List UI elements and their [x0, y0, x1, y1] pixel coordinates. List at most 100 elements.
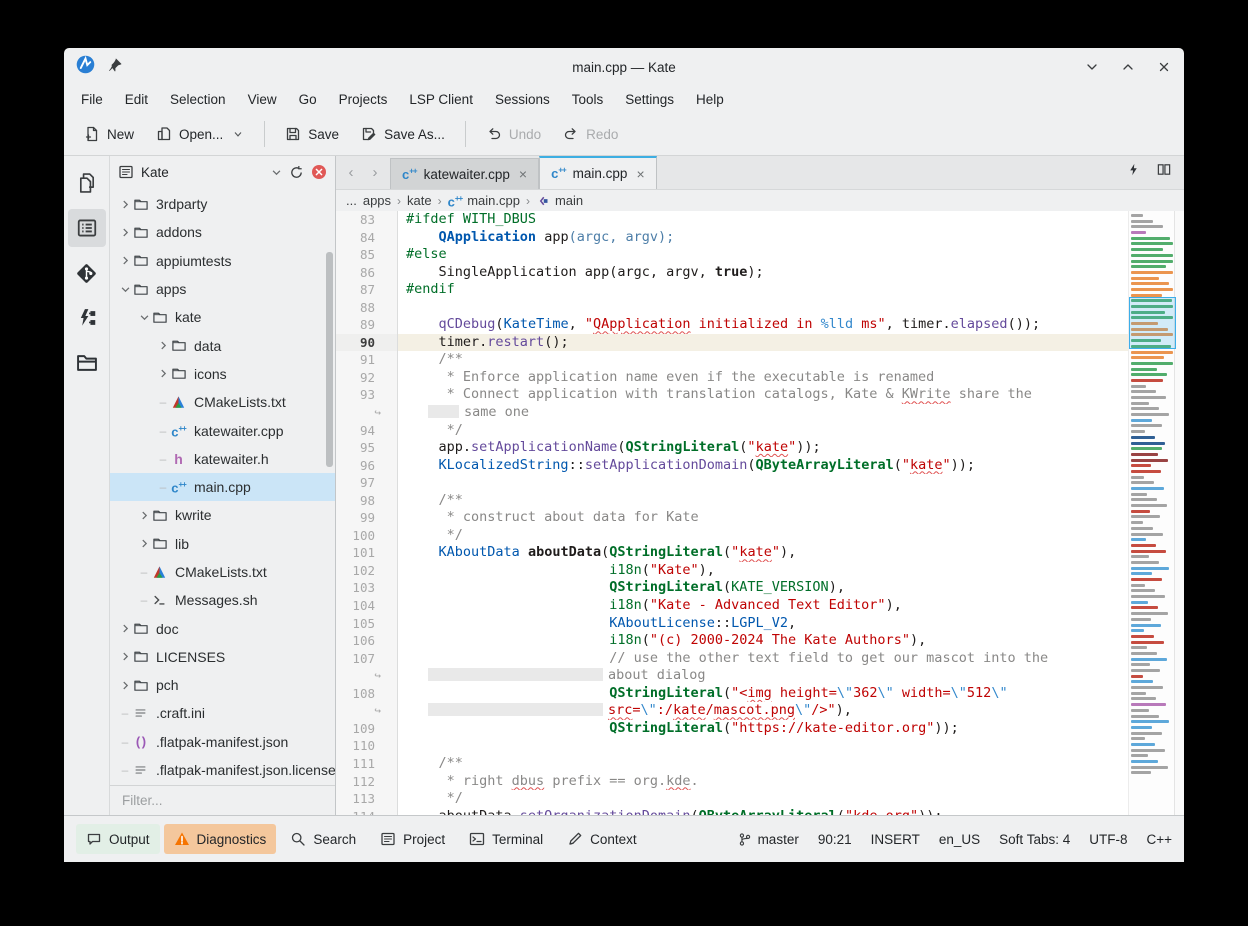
back-button[interactable]: ‹: [340, 160, 362, 184]
menu-sessions[interactable]: Sessions: [484, 87, 561, 113]
tab-katewaiter-cpp[interactable]: c++katewaiter.cpp×: [390, 158, 539, 189]
minimap-viewport[interactable]: [1129, 297, 1176, 349]
code-line-96[interactable]: 96 KLocalizedString::setApplicationDomai…: [336, 457, 1128, 475]
menu-lsp-client[interactable]: LSP Client: [398, 87, 484, 113]
code-line-111[interactable]: 111 /**: [336, 755, 1128, 773]
code-line-103[interactable]: 103 QStringLiteral(KATE_VERSION),: [336, 579, 1128, 597]
chevron-right-icon[interactable]: [118, 227, 132, 238]
code-line-101[interactable]: 101 KAboutData aboutData(QStringLiteral(…: [336, 544, 1128, 562]
code-line-113[interactable]: 113 */: [336, 790, 1128, 808]
menu-tools[interactable]: Tools: [561, 87, 615, 113]
chevron-right-icon[interactable]: [118, 651, 132, 662]
status-c[interactable]: C++: [1146, 832, 1172, 847]
tree-item-katewaiter-cpp[interactable]: –c++katewaiter.cpp: [110, 416, 335, 444]
code-line-104[interactable]: 104 i18n("Kate - Advanced Text Editor"),: [336, 597, 1128, 615]
tree-item-3rdparty[interactable]: 3rdparty: [110, 190, 335, 218]
code-line-108[interactable]: 108 QStringLiteral("<img height=\"362\" …: [336, 685, 1128, 703]
menu-file[interactable]: File: [70, 87, 114, 113]
code-line-83[interactable]: 83#ifdef WITH_DBUS: [336, 211, 1128, 229]
breadcrumb-main[interactable]: main: [536, 193, 583, 208]
code-line-110[interactable]: 110: [336, 737, 1128, 755]
status-master[interactable]: master: [738, 832, 799, 847]
code-editor[interactable]: 83#ifdef WITH_DBUS84 QApplication app(ar…: [336, 211, 1128, 815]
minimize-button[interactable]: [1084, 59, 1100, 75]
close-panel-icon[interactable]: [311, 164, 327, 180]
tree-item-messages-sh[interactable]: –Messages.sh: [110, 586, 335, 614]
filter-input[interactable]: [120, 792, 325, 809]
tree-item-craft-ini[interactable]: –.craft.ini: [110, 699, 335, 727]
breadcrumb-main-cpp[interactable]: c++main.cpp: [448, 193, 520, 208]
chevron-right-icon[interactable]: [118, 255, 132, 266]
menu-help[interactable]: Help: [685, 87, 735, 113]
statusbar-terminal-button[interactable]: Terminal: [459, 824, 553, 854]
status-90-21[interactable]: 90:21: [818, 832, 852, 847]
tree-item-flatpak-manifest-json-license[interactable]: –.flatpak-manifest.json.license: [110, 756, 335, 784]
quick-open-icon[interactable]: [1127, 162, 1140, 182]
save-button[interactable]: Save: [275, 120, 349, 148]
code-line-114[interactable]: 114 aboutData.setOrganizationDomain(QByt…: [336, 808, 1128, 815]
chevron-down-icon[interactable]: [118, 284, 132, 295]
code-line-94[interactable]: 94 */: [336, 422, 1128, 440]
tree-item-data[interactable]: data: [110, 331, 335, 359]
code-line-93[interactable]: 93 * Connect application with translatio…: [336, 386, 1128, 404]
menu-projects[interactable]: Projects: [328, 87, 399, 113]
code-line-84[interactable]: 84 QApplication app(argc, argv);: [336, 229, 1128, 247]
tree-item-licenses[interactable]: LICENSES: [110, 643, 335, 671]
status-soft-tabs-4[interactable]: Soft Tabs: 4: [999, 832, 1070, 847]
dock-filesystem-button[interactable]: [68, 344, 106, 382]
chevron-right-icon[interactable]: [137, 538, 151, 549]
code-line-99[interactable]: 99 * construct about data for Kate: [336, 509, 1128, 527]
code-line-wrap[interactable]: ↪same one: [336, 404, 1128, 422]
split-view-icon[interactable]: [1156, 162, 1172, 182]
menu-view[interactable]: View: [237, 87, 288, 113]
tree-item-kwrite[interactable]: kwrite: [110, 501, 335, 529]
chevron-right-icon[interactable]: [118, 680, 132, 691]
status-utf-8[interactable]: UTF-8: [1089, 832, 1127, 847]
code-line-89[interactable]: 89 qCDebug(KateTime, "QApplication initi…: [336, 316, 1128, 334]
chevron-right-icon[interactable]: [156, 340, 170, 351]
breadcrumb-[interactable]: ...: [346, 193, 357, 208]
dock-lsp-symbols-button[interactable]: [68, 299, 106, 337]
tree-item-lib[interactable]: lib: [110, 530, 335, 558]
tree-item-cmakelists-txt[interactable]: –CMakeLists.txt: [110, 558, 335, 586]
code-line-105[interactable]: 105 KAboutLicense::LGPL_V2,: [336, 615, 1128, 633]
statusbar-diagnostics-button[interactable]: Diagnostics: [164, 824, 277, 854]
statusbar-context-button[interactable]: Context: [557, 824, 647, 854]
dock-project-button[interactable]: [68, 209, 106, 247]
menu-settings[interactable]: Settings: [614, 87, 685, 113]
breadcrumb-kate[interactable]: kate: [407, 193, 432, 208]
menu-edit[interactable]: Edit: [114, 87, 159, 113]
status-en-us[interactable]: en_US: [939, 832, 980, 847]
code-line-91[interactable]: 91 /**: [336, 351, 1128, 369]
tab-close-icon[interactable]: ×: [636, 166, 644, 182]
maximize-button[interactable]: [1120, 59, 1136, 75]
chevron-right-icon[interactable]: [137, 510, 151, 521]
tree-item-appiumtests[interactable]: appiumtests: [110, 247, 335, 275]
chevron-down-icon[interactable]: [137, 312, 151, 323]
code-line-109[interactable]: 109 QStringLiteral("https://kate-editor.…: [336, 720, 1128, 738]
code-line-107[interactable]: 107 // use the other text field to get o…: [336, 650, 1128, 668]
chevron-down-icon[interactable]: [271, 167, 282, 178]
statusbar-search-button[interactable]: Search: [280, 824, 366, 854]
undo-button[interactable]: Undo: [476, 120, 551, 148]
statusbar-project-button[interactable]: Project: [370, 824, 455, 854]
forward-button[interactable]: ›: [364, 160, 386, 184]
code-line-wrap[interactable]: ↪src=\":/kate/mascot.png\"/>"),: [336, 702, 1128, 720]
tree-item-cmakelists-txt[interactable]: –CMakeLists.txt: [110, 388, 335, 416]
code-line-112[interactable]: 112 * right dbus prefix == org.kde.: [336, 773, 1128, 791]
tab-close-icon[interactable]: ×: [519, 166, 527, 182]
tree-item-apps[interactable]: apps: [110, 275, 335, 303]
tree-item-katewaiter-h[interactable]: –hkatewaiter.h: [110, 445, 335, 473]
code-line-92[interactable]: 92 * Enforce application name even if th…: [336, 369, 1128, 387]
code-line-wrap[interactable]: ↪about dialog: [336, 667, 1128, 685]
tab-main-cpp[interactable]: c++main.cpp×: [539, 156, 657, 189]
tree-item-kate[interactable]: kate: [110, 303, 335, 331]
save-as-button[interactable]: Save As...: [351, 120, 455, 148]
chevron-right-icon[interactable]: [118, 623, 132, 634]
dock-git-button[interactable]: [68, 254, 106, 292]
tree-item-flatpak-manifest-json[interactable]: –( ).flatpak-manifest.json: [110, 728, 335, 756]
tree-item-doc[interactable]: doc: [110, 614, 335, 642]
tree-item-addons[interactable]: addons: [110, 218, 335, 246]
status-insert[interactable]: INSERT: [871, 832, 920, 847]
chevron-right-icon[interactable]: [118, 199, 132, 210]
